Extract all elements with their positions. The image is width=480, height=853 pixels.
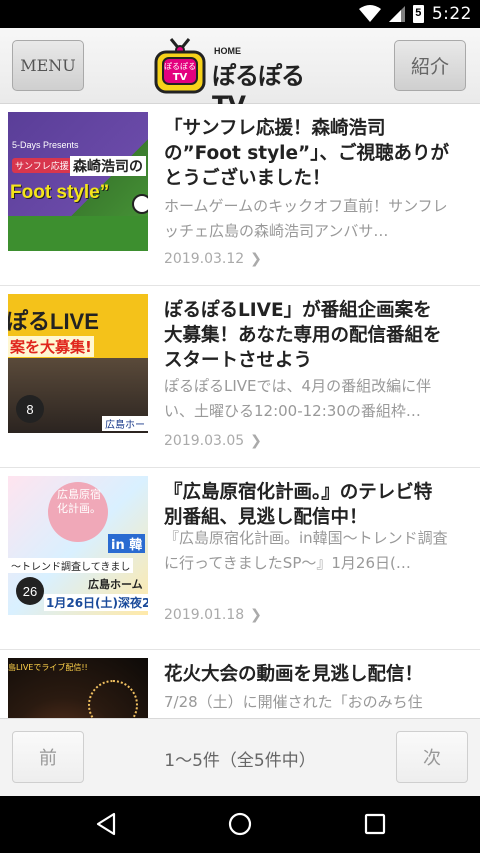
article-title[interactable]: 花火大会の動画を見逃し配信！ xyxy=(164,662,450,687)
article-thumbnail[interactable]: ぽるLIVE 案を大募集! 広島ホー 8 xyxy=(8,294,148,433)
thumb-text: 広島ホーム xyxy=(88,578,143,591)
thumb-text: 5-Days Presents xyxy=(12,140,79,150)
navigation-bar xyxy=(0,796,480,853)
back-icon[interactable] xyxy=(94,812,118,836)
article-thumbnail[interactable]: 島LIVEでライブ配信!! xyxy=(8,658,148,718)
article-thumbnail[interactable]: 広島原宿化計画。 in 韓 〜トレンド調査してきまし 広島ホーム 1月26日(土… xyxy=(8,476,148,615)
logo-subtext: HOME xyxy=(214,46,241,56)
logo-badge-top: ぽるぽる xyxy=(164,62,196,71)
article-thumbnail[interactable]: 5-Days Presents サンフレ応援！ 森崎浩司の Foot style… xyxy=(8,112,148,251)
thumb-text: 1月26日(土)深夜2 xyxy=(44,594,148,611)
thumb-text: 広島ホー xyxy=(102,416,148,431)
list-item[interactable]: 5-Days Presents サンフレ応援！ 森崎浩司の Foot style… xyxy=(0,104,480,286)
thumb-text: 案を大募集! xyxy=(8,336,94,357)
chevron-right-icon: ❯ xyxy=(250,251,262,267)
intro-button[interactable]: 紹介 xyxy=(394,40,466,91)
wifi-icon xyxy=(358,5,381,22)
list-item[interactable]: 島LIVEでライブ配信!! 花火大会の動画を見逃し配信！ 7/28（土）に開催さ… xyxy=(0,650,480,718)
article-list: 5-Days Presents サンフレ応援！ 森崎浩司の Foot style… xyxy=(0,104,480,718)
article-date: 2019.03.12 ❯ xyxy=(164,251,262,267)
app-logo[interactable]: ぽるぽる TV HOME ぽるぽるTV xyxy=(152,36,332,119)
cellular-signal-icon xyxy=(388,6,405,22)
thumb-text: in 韓 xyxy=(108,534,146,553)
comment-count-badge: 26 xyxy=(16,577,44,605)
comment-count-badge: 8 xyxy=(16,395,44,423)
thumb-text: Foot style” xyxy=(10,182,110,203)
status-icons: 5 5:22 xyxy=(358,4,472,24)
date-text: 2019.03.12 xyxy=(164,251,245,267)
home-icon[interactable] xyxy=(228,812,252,836)
thumb-text: 広島原宿化計画。 xyxy=(57,488,101,515)
article-description: 『広島原宿化計画。in韓国〜トレンド調査に行ってきましたSP〜』1月26日(… xyxy=(164,529,448,572)
article-date: 2019.03.05 ❯ xyxy=(164,433,262,449)
pitch-stripe xyxy=(8,216,148,251)
pager: 前 1〜5件（全5件中） 次 xyxy=(0,718,480,796)
article-title[interactable]: ぽるぽるLIVE」が番組企画案を大募集！あなた専用の配信番組をスタートさせよう xyxy=(164,298,450,373)
article-description: 7/28（土）に開催された「おのみち住 xyxy=(164,693,423,711)
list-item[interactable]: ぽるLIVE 案を大募集! 広島ホー 8 ぽるぽるLIVE」が番組企画案を大募集… xyxy=(0,286,480,468)
logo-badge-bottom: TV xyxy=(173,72,188,83)
thumb-text: 島LIVEでライブ配信!! xyxy=(8,663,88,672)
chevron-right-icon: ❯ xyxy=(250,607,262,623)
recents-icon[interactable] xyxy=(364,813,386,835)
next-page-button[interactable]: 次 xyxy=(396,731,468,783)
date-text: 2019.03.05 xyxy=(164,433,245,449)
article-title[interactable]: 「サンフレ応援！森崎浩司の”Foot style”」、ご視聴ありがとうございまし… xyxy=(164,116,450,191)
thumb-text: 森崎浩司の xyxy=(70,156,146,176)
article-date: 2019.01.18 ❯ xyxy=(164,607,262,623)
article-description: ホームゲームのキックオフ直前！サンフレッチェ広島の森崎浩司アンバサ… xyxy=(164,197,448,240)
thumb-text: 〜トレンド調査してきまし xyxy=(8,558,134,573)
app-header: MENU ぽるぽる TV HOME ぽるぽるTV 紹介 xyxy=(0,28,480,119)
soccer-ball-icon xyxy=(132,194,148,214)
date-text: 2019.01.18 xyxy=(164,607,245,623)
status-time: 5:22 xyxy=(431,4,472,24)
menu-button[interactable]: MENU xyxy=(12,40,84,91)
battery-icon: 5 xyxy=(412,5,424,23)
list-item[interactable]: 広島原宿化計画。 in 韓 〜トレンド調査してきまし 広島ホーム 1月26日(土… xyxy=(0,468,480,650)
battery-level: 5 xyxy=(415,7,422,19)
article-description: ぽるぽるLIVEでは、4月の番組改編に伴い、土曜ひる12:00-12:30の番組… xyxy=(164,377,432,420)
chevron-right-icon: ❯ xyxy=(250,433,262,449)
status-bar: 5 5:22 xyxy=(0,0,480,28)
thumb-text: ぽるLIVE xyxy=(8,309,99,334)
article-title[interactable]: 『広島原宿化計画。』のテレビ特別番組、見逃し配信中！ xyxy=(164,480,450,530)
firework-burst xyxy=(88,680,138,718)
tv-mascot-icon: ぽるぽる TV xyxy=(154,38,206,94)
